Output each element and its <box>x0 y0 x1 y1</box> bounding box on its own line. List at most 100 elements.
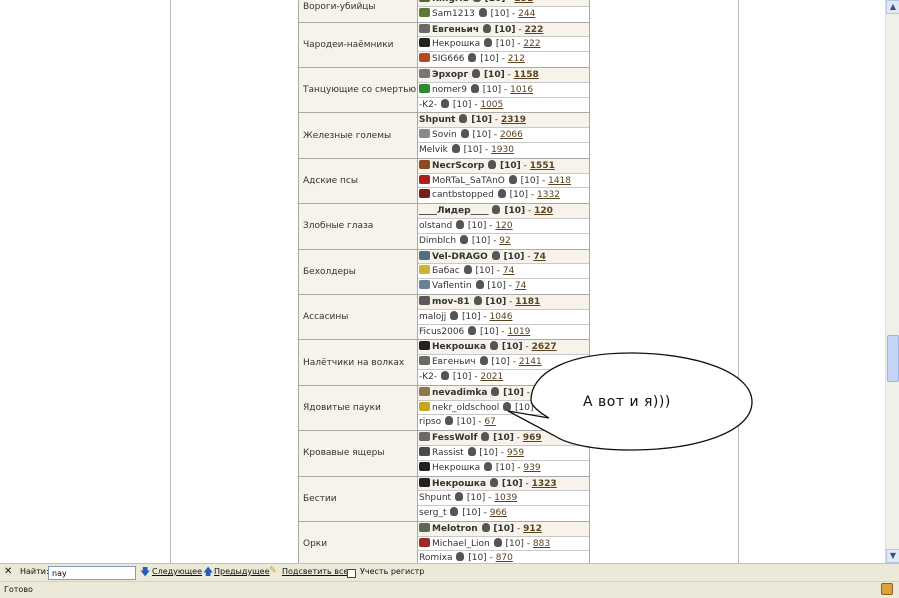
player-score-link[interactable]: 870 <box>496 553 513 563</box>
player-nick[interactable]: mov-81 <box>432 297 470 307</box>
player-nick[interactable]: Shpunt <box>419 493 451 503</box>
player-info-icon[interactable] <box>488 159 497 169</box>
player-score-link[interactable]: 1551 <box>530 161 555 171</box>
player-info-icon[interactable] <box>468 53 477 63</box>
player-info-icon[interactable] <box>467 446 476 456</box>
player-info-icon[interactable] <box>491 250 500 260</box>
player-score-link[interactable]: 74 <box>515 281 526 291</box>
player-info-icon[interactable] <box>472 0 481 2</box>
highlight-all-button[interactable]: Подсветить все <box>282 567 348 576</box>
player-score-link[interactable]: 2021 <box>480 372 503 382</box>
clan-badge-icon[interactable] <box>419 537 430 547</box>
player-score-link[interactable]: 2319 <box>501 115 526 125</box>
match-case-label[interactable]: Учесть регистр <box>360 567 424 576</box>
clan-badge-icon[interactable] <box>419 280 430 290</box>
player-info-icon[interactable] <box>456 552 465 562</box>
player-score-link[interactable]: 1039 <box>494 493 517 503</box>
player-nick[interactable]: Бабас <box>432 266 460 276</box>
player-score-link[interactable]: 67 <box>484 417 495 427</box>
player-score-link[interactable]: 251 <box>514 0 533 4</box>
player-nick[interactable]: nevadimka <box>432 388 487 398</box>
player-nick[interactable]: nekr_oldschool <box>432 403 499 413</box>
player-score-link[interactable]: 244 <box>518 9 535 19</box>
player-score-link[interactable]: 222 <box>525 25 544 35</box>
player-score-link[interactable]: 1323 <box>532 479 557 489</box>
player-info-icon[interactable] <box>490 341 498 351</box>
player-nick[interactable]: MoRTaL_SaTAnO <box>432 176 505 186</box>
player-info-icon[interactable] <box>484 461 493 471</box>
clan-badge-icon[interactable] <box>419 53 430 63</box>
player-info-icon[interactable] <box>481 432 490 442</box>
scroll-thumb[interactable] <box>887 335 899 382</box>
clan-badge-icon[interactable] <box>419 0 430 2</box>
player-nick[interactable]: Kingrid <box>432 0 469 4</box>
player-nick[interactable]: Евгеньич <box>432 25 479 35</box>
clan-badge-icon[interactable] <box>419 446 430 456</box>
player-nick[interactable]: ripso <box>419 417 441 427</box>
player-nick[interactable]: nomer9 <box>432 85 467 95</box>
player-info-icon[interactable] <box>475 280 484 290</box>
player-nick[interactable]: Sam1213 <box>432 9 475 19</box>
player-info-icon[interactable] <box>473 295 482 305</box>
player-nick[interactable]: -K2- <box>419 372 437 382</box>
clan-badge-icon[interactable] <box>419 189 430 199</box>
player-nick[interactable]: Melvik <box>419 145 448 155</box>
player-score-link[interactable]: 1046 <box>490 312 513 322</box>
player-info-icon[interactable] <box>481 522 490 532</box>
player-nick[interactable]: Ficus2006 <box>419 327 464 337</box>
player-nick[interactable]: Некрошка <box>432 39 480 49</box>
player-nick[interactable]: Эрхорг <box>432 70 468 80</box>
find-input[interactable] <box>48 566 136 580</box>
player-info-icon[interactable] <box>451 143 460 153</box>
clan-badge-icon[interactable] <box>419 68 430 78</box>
player-nick[interactable]: malojj <box>419 312 446 322</box>
player-info-icon[interactable] <box>460 129 469 139</box>
player-info-icon[interactable] <box>456 219 465 229</box>
player-nick[interactable]: Romixa <box>419 553 452 563</box>
player-nick[interactable]: FessWolf <box>432 433 477 443</box>
player-info-icon[interactable] <box>508 174 517 184</box>
clan-badge-icon[interactable] <box>419 7 430 17</box>
player-score-link[interactable]: 883 <box>533 539 550 549</box>
player-nick[interactable]: ____Лидер____ <box>419 206 489 216</box>
scroll-down-arrow-icon[interactable]: ▼ <box>886 549 899 563</box>
player-score-link[interactable]: 2066 <box>500 130 523 140</box>
player-info-icon[interactable] <box>484 38 493 48</box>
player-score-link[interactable]: 1181 <box>515 297 540 307</box>
player-info-icon[interactable] <box>479 356 488 366</box>
player-nick[interactable]: Некрошка <box>432 479 486 489</box>
player-score-link[interactable]: 222 <box>523 39 540 49</box>
player-score-link[interactable]: 912 <box>523 524 542 534</box>
clan-badge-icon[interactable] <box>419 83 430 93</box>
player-score-link[interactable]: 1332 <box>537 190 560 200</box>
player-score-link[interactable]: 1016 <box>510 85 533 95</box>
player-score-link[interactable]: 120 <box>534 206 553 216</box>
player-score-link[interactable]: 1005 <box>480 100 503 110</box>
player-info-icon[interactable] <box>463 265 472 275</box>
find-close-icon[interactable]: ✕ <box>4 566 12 577</box>
player-score-link[interactable]: 212 <box>508 54 525 64</box>
player-nick[interactable]: Sovin <box>432 130 457 140</box>
player-info-icon[interactable] <box>444 416 453 426</box>
clan-badge-icon[interactable] <box>419 356 430 366</box>
player-info-icon[interactable] <box>491 386 500 396</box>
player-info-icon[interactable] <box>493 537 502 547</box>
player-nick[interactable]: serg_t <box>419 508 447 518</box>
player-info-icon[interactable] <box>441 98 449 108</box>
find-next-button[interactable]: Следующее <box>152 567 202 576</box>
arrow-up-icon[interactable]: 🡅 <box>203 565 213 582</box>
player-score-link[interactable]: 966 <box>490 508 507 518</box>
clan-badge-icon[interactable] <box>419 295 430 305</box>
player-info-icon[interactable] <box>472 68 481 78</box>
match-case-checkbox[interactable] <box>347 569 356 578</box>
player-info-icon[interactable] <box>492 205 501 215</box>
player-score-link[interactable]: 74 <box>503 266 514 276</box>
player-info-icon[interactable] <box>497 189 506 199</box>
player-info-icon[interactable] <box>441 370 449 380</box>
arrow-down-icon[interactable]: 🡇 <box>140 565 150 582</box>
addon-icon[interactable] <box>881 583 893 595</box>
clan-badge-icon[interactable] <box>419 159 430 169</box>
player-score-link[interactable]: 120 <box>495 221 512 231</box>
clan-badge-icon[interactable] <box>419 341 430 351</box>
clan-badge-icon[interactable] <box>419 461 430 471</box>
